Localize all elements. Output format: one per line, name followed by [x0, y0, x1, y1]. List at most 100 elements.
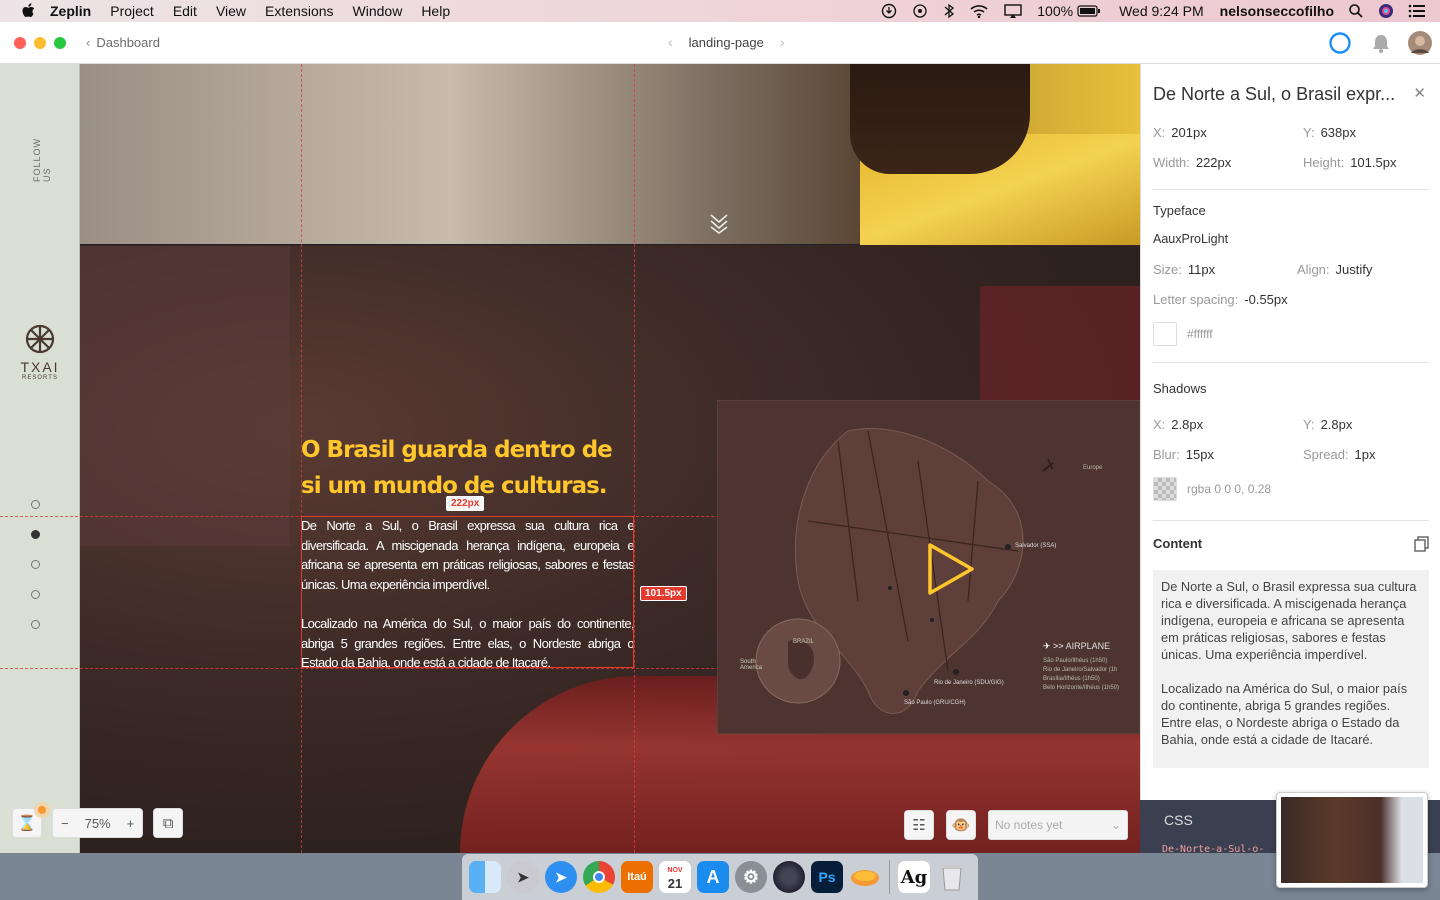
layer-title: De Norte a Sul, o Brasil expr...	[1153, 84, 1396, 104]
align-row: Align: Justify	[1297, 262, 1372, 277]
chevron-left-icon: ‹	[86, 35, 91, 50]
blur-value[interactable]: 15px	[1186, 447, 1214, 462]
dashboard-back-link[interactable]: ‹ Dashboard	[86, 35, 160, 50]
typeface-value[interactable]: AauxProLight	[1153, 232, 1228, 246]
launchpad-icon[interactable]: ➤	[507, 861, 539, 893]
activity-ring-icon[interactable]	[1328, 31, 1352, 60]
menu-project[interactable]: Project	[110, 3, 154, 19]
shadow-y-row: Y: 2.8px	[1303, 417, 1352, 432]
user-name[interactable]: nelsonseccofilho	[1220, 3, 1334, 19]
font-book-icon[interactable]: Ag	[898, 861, 930, 893]
zoom-in-button[interactable]: +	[119, 816, 143, 831]
clock[interactable]: Wed 9:24 PM	[1119, 3, 1204, 19]
css-label: CSS	[1164, 812, 1193, 828]
text-color-value[interactable]: #ffffff	[1187, 327, 1213, 341]
section-pager	[31, 500, 40, 650]
wifi-icon[interactable]	[969, 3, 989, 19]
close-window-button[interactable]	[14, 37, 26, 49]
inspector-panel: De Norte a Sul, o Brasil expr... ✕ X: 201…	[1140, 64, 1440, 853]
app-store-icon[interactable]: A	[697, 861, 729, 893]
zoom-window-button[interactable]	[54, 37, 66, 49]
minimize-window-button[interactable]	[34, 37, 46, 49]
close-inspector-icon[interactable]: ✕	[1413, 84, 1426, 102]
add-note-button[interactable]: ☷	[904, 810, 934, 840]
txai-logo: TXAI RESORTS	[14, 322, 66, 381]
next-screen-icon[interactable]: ›	[780, 34, 785, 50]
shadow-x-value[interactable]: 2.8px	[1171, 417, 1203, 432]
airplay-icon[interactable]	[1003, 3, 1023, 19]
menu-help[interactable]: Help	[421, 3, 450, 19]
align-value[interactable]: Justify	[1336, 262, 1373, 277]
height-value[interactable]: 101.5px	[1350, 155, 1396, 170]
dashboard-label: Dashboard	[96, 35, 160, 50]
zeplin-dock-icon[interactable]	[849, 861, 881, 893]
pager-dot-active[interactable]	[31, 530, 40, 539]
itau-icon[interactable]: Itaú	[621, 861, 653, 893]
shadow-x-label: X:	[1153, 417, 1166, 432]
calendar-icon[interactable]: NOV 21	[659, 861, 691, 893]
menu-window[interactable]: Window	[353, 3, 403, 19]
screen-name: landing-page	[688, 34, 764, 50]
hand-icon[interactable]	[911, 3, 929, 19]
emoji-button[interactable]: 🐵	[946, 810, 976, 840]
pager-dot[interactable]	[31, 560, 40, 569]
shadow-y-value[interactable]: 2.8px	[1321, 417, 1353, 432]
divider	[1153, 362, 1429, 363]
previous-screen-icon[interactable]: ‹	[668, 34, 673, 50]
text-color-swatch[interactable]	[1153, 322, 1177, 346]
letter-spacing-value[interactable]: -0.55px	[1244, 292, 1287, 307]
menu-view[interactable]: View	[216, 3, 246, 19]
user-avatar[interactable]	[1408, 31, 1432, 60]
size-value[interactable]: 11px	[1188, 262, 1215, 277]
pager-dot[interactable]	[31, 500, 40, 509]
dock: ➤ ➤ Itaú NOV 21 A ⚙ Ps Ag	[462, 854, 978, 900]
notification-bell-icon[interactable]	[1370, 32, 1392, 59]
notification-center-icon[interactable]	[1408, 4, 1426, 18]
system-preferences-icon[interactable]: ⚙	[735, 861, 767, 893]
trash-icon[interactable]	[936, 861, 968, 893]
shadow-color-swatch[interactable]	[1153, 477, 1177, 501]
css-code-snippet: De-Norte-a-Sul-o-	[1162, 844, 1265, 855]
shadow-color-value[interactable]: rgba 0 0 0, 0.28	[1187, 482, 1271, 496]
map-label-south-america: South America	[740, 659, 763, 671]
map-video-card[interactable]: Europe Salvador (SSA) Rio de Janeiro (SD…	[717, 400, 1140, 734]
letter-spacing-label: Letter spacing:	[1153, 292, 1239, 307]
finder-icon[interactable]	[469, 861, 501, 893]
menu-edit[interactable]: Edit	[173, 3, 197, 19]
content-text-box[interactable]: De Norte a Sul, o Brasil expressa sua cu…	[1153, 570, 1429, 768]
pager-dot[interactable]	[31, 620, 40, 629]
bluetooth-icon[interactable]	[943, 3, 955, 19]
brand-sub: RESORTS	[22, 375, 58, 381]
play-video-icon[interactable]	[922, 541, 978, 602]
scroll-down-chevron-icon[interactable]	[708, 212, 730, 239]
route-item: Belo Horizonte/Ilhéus (1h50)	[1043, 685, 1120, 691]
menu-extensions[interactable]: Extensions	[265, 3, 333, 19]
spread-value[interactable]: 1px	[1355, 447, 1376, 462]
shadow-y-label: Y:	[1303, 417, 1315, 432]
zoom-out-button[interactable]: −	[53, 816, 77, 831]
screenshot-thumbnail[interactable]	[1276, 792, 1428, 888]
pager-dot[interactable]	[31, 590, 40, 599]
notes-placeholder: No notes yet	[995, 818, 1063, 832]
apple-icon[interactable]	[20, 3, 36, 19]
safari-icon[interactable]: ➤	[545, 861, 577, 893]
menu-app-zeplin[interactable]: Zeplin	[50, 3, 91, 19]
rocket-icon: ➤	[517, 868, 529, 885]
design-canvas[interactable]: FOLLOW US TXAI RESORTS O Brasil guarda d…	[0, 64, 1140, 853]
spotlight-search-icon[interactable]	[1348, 3, 1364, 19]
assets-button[interactable]: ⧉	[153, 808, 184, 838]
siri-icon[interactable]	[1378, 3, 1394, 19]
map-label-brazil: BRAZIL	[793, 639, 815, 645]
x-value[interactable]: 201px	[1171, 125, 1206, 140]
notes-dropdown[interactable]: No notes yet ⌄	[988, 810, 1128, 840]
photoshop-icon[interactable]: Ps	[811, 861, 843, 893]
spread-row: Spread: 1px	[1303, 447, 1376, 462]
disk-utility-icon[interactable]	[773, 861, 805, 893]
route-item: Rio de Janeiro/Salvador (1h	[1043, 667, 1118, 673]
battery-icon[interactable]	[1077, 4, 1101, 18]
copy-content-icon[interactable]	[1414, 536, 1430, 555]
y-value[interactable]: 638px	[1321, 125, 1356, 140]
status-circle-icon[interactable]	[881, 3, 897, 19]
width-value[interactable]: 222px	[1196, 155, 1231, 170]
chrome-icon[interactable]	[583, 861, 615, 893]
